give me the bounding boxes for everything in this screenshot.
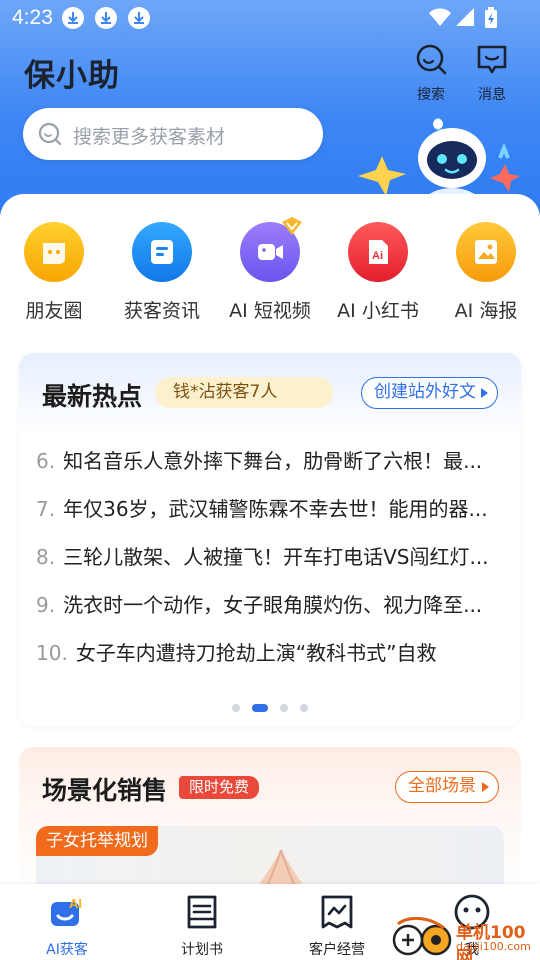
page-title: 保小助 (24, 58, 120, 94)
signal-icon (456, 8, 474, 26)
all-scenes-button[interactable]: 全部场景 (395, 771, 499, 803)
tab-plan-book[interactable]: 计划书 (152, 892, 252, 959)
plan-book-icon (187, 895, 217, 929)
arrow-right-icon (482, 782, 489, 792)
carousel-pager[interactable] (19, 697, 521, 716)
download-icon (128, 7, 150, 29)
download-icon (95, 7, 117, 29)
feature-label: AI 海报 (454, 300, 518, 322)
search-button[interactable]: 搜索 (406, 42, 456, 104)
search-icon (416, 44, 447, 75)
svg-text:AI: AI (69, 896, 82, 911)
item-text: 洗衣时一个动作，女子眼角膜灼伤、视力降至... (63, 593, 483, 617)
pager-dot[interactable] (280, 703, 288, 712)
tab-label: 客户经营 (309, 942, 365, 958)
item-number: 7. (36, 497, 56, 521)
watermark-logo-icon (392, 917, 452, 956)
feature-moments[interactable]: 朋友圈 (0, 222, 108, 323)
poster-icon (456, 222, 516, 282)
pager-dot[interactable] (232, 703, 240, 712)
feature-label: 朋友圈 (25, 300, 83, 322)
arrow-right-icon (481, 388, 488, 398)
watermark: 单机100网 danji100.com (390, 912, 540, 960)
search-bar[interactable]: 搜索更多获客素材 (23, 108, 323, 160)
tab-customer-manage[interactable]: 客户经营 (287, 892, 387, 959)
item-text: 知名音乐人意外摔下舞台，肋骨断了六根！最... (63, 449, 483, 473)
scene-card-label: 子女托举规划 (36, 826, 158, 856)
scene-sales-title: 场景化销售 (42, 776, 168, 805)
search-icon (38, 122, 62, 146)
feature-label: AI 短视频 (229, 300, 311, 322)
wifi-icon (429, 8, 451, 26)
feature-grid: 朋友圈 获客资讯 AI 短视频 Ai AI 小红书 AI 海报 (0, 217, 540, 332)
scene-sales-card: 场景化销售 限时免费 全部场景 子女托举规划 (19, 747, 521, 897)
header-area: 4:23 保小助 搜索 消息 搜索更多获客素材 (0, 0, 540, 215)
search-placeholder: 搜索更多获客素材 (73, 126, 226, 148)
tab-label: AI获客 (46, 942, 88, 958)
item-number: 10. (36, 641, 68, 665)
moments-icon (24, 222, 84, 282)
item-text: 年仅36岁，武汉辅警陈霖不幸去世！能用的器... (63, 497, 488, 521)
message-icon (477, 45, 507, 74)
tab-ai-acquire[interactable]: AI AI获客 (17, 892, 117, 959)
search-button-label: 搜索 (417, 87, 445, 103)
feature-ai-xiaohongshu[interactable]: Ai AI 小红书 (324, 222, 432, 323)
list-item[interactable]: 8. 三轮儿散架、人被撞飞！开车打电话VS闯红灯... (36, 541, 506, 573)
messages-button[interactable]: 消息 (467, 42, 517, 104)
feature-ai-poster[interactable]: AI 海报 (432, 222, 540, 323)
create-article-label: 创建站外好文 (374, 382, 476, 402)
tab-label: 计划书 (181, 942, 223, 958)
messages-button-label: 消息 (478, 87, 506, 103)
ai-acquire-icon: AI (51, 896, 82, 926)
status-bar: 4:23 (0, 0, 540, 36)
news-icon (132, 222, 192, 282)
pager-dot[interactable] (300, 703, 308, 712)
feature-label: 获客资讯 (123, 300, 200, 322)
hot-topics-title: 最新热点 (42, 382, 143, 411)
customer-manage-icon (321, 895, 353, 929)
svg-text:Ai: Ai (372, 250, 383, 262)
free-badge: 限时免费 (179, 776, 260, 799)
create-article-button[interactable]: 创建站外好文 (361, 377, 498, 409)
item-text: 女子车内遭持刀抢劫上演“教科书式”自救 (75, 641, 437, 665)
all-scenes-label: 全部场景 (408, 776, 476, 796)
item-text: 三轮儿散架、人被撞飞！开车打电话VS闯红灯... (63, 545, 489, 569)
feature-ai-video[interactable]: AI 短视频 (216, 217, 324, 323)
vip-crown-icon (282, 217, 302, 235)
item-number: 8. (36, 545, 56, 569)
download-icon (62, 7, 84, 29)
item-number: 6. (36, 449, 56, 473)
battery-charging-icon (485, 7, 497, 28)
item-number: 9. (36, 593, 56, 617)
feature-label: AI 小红书 (337, 300, 419, 322)
list-item[interactable]: 10. 女子车内遭持刀抢劫上演“教科书式”自救 (36, 637, 506, 669)
status-time: 4:23 (12, 6, 53, 29)
list-item[interactable]: 9. 洗衣时一个动作，女子眼角膜灼伤、视力降至... (36, 589, 506, 621)
hot-topics-card: 最新热点 钱*沾获客7人 创建站外好文 6. 知名音乐人意外摔下舞台，肋骨断了六根… (19, 353, 521, 726)
xiaohongshu-icon: Ai (348, 222, 408, 282)
feature-news[interactable]: 获客资讯 (108, 222, 216, 323)
pager-dot-active[interactable] (252, 703, 268, 712)
watermark-url: danji100.com (456, 940, 531, 953)
list-item[interactable]: 6. 知名音乐人意外摔下舞台，肋骨断了六根！最... (36, 445, 506, 477)
list-item[interactable]: 7. 年仅36岁，武汉辅警陈霖不幸去世！能用的器... (36, 493, 506, 525)
acquire-badge: 钱*沾获客7人 (155, 377, 333, 408)
watermark-title: 单机100网 (456, 923, 526, 960)
